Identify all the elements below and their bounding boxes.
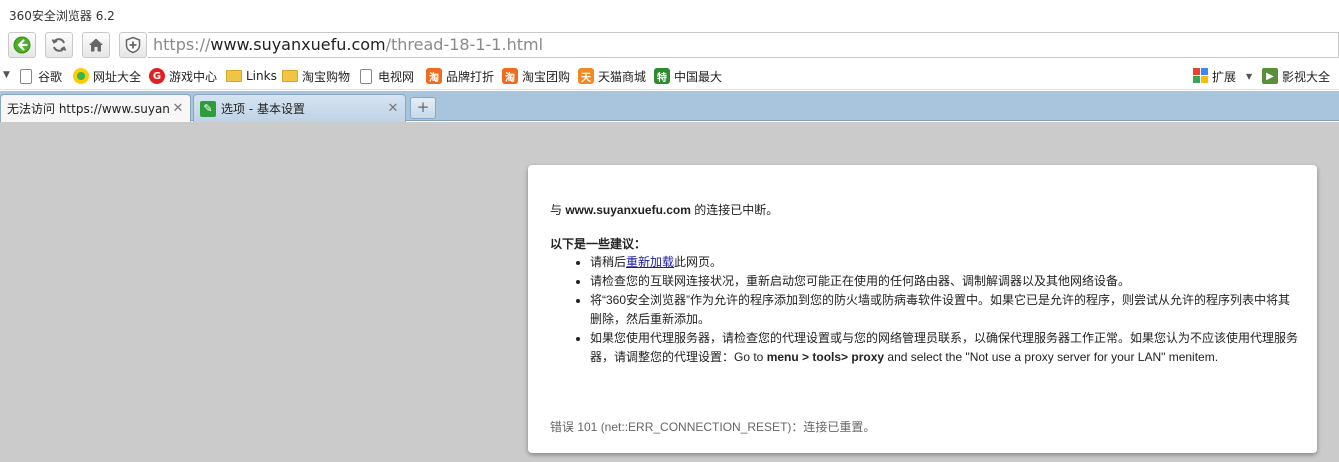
close-icon[interactable]: ✕ xyxy=(385,101,401,116)
address-bar[interactable]: https://www.suyanxuefu.com/thread-18-1-1… xyxy=(148,32,1339,58)
bookmark-label: 淘宝团购 xyxy=(522,69,571,84)
bookmark-taobao-group[interactable]: 淘 淘宝团购 xyxy=(502,67,570,85)
refresh-button[interactable] xyxy=(45,32,73,58)
bookmark-site-directory[interactable]: 网址大全 xyxy=(73,67,141,85)
error-panel: 与 www.suyanxuefu.com 的连接已中断。 以下是一些建议： 请稍… xyxy=(528,165,1317,453)
suggestion-text: 此网页。 xyxy=(674,255,723,269)
bookmark-folder-links[interactable]: Links xyxy=(226,67,277,85)
bookmarks-menu-arrow-icon[interactable]: ▼ xyxy=(3,70,10,80)
page-icon xyxy=(20,68,32,84)
folder-icon xyxy=(282,70,298,82)
suggestion-proxy: 如果您使用代理服务器，请检查您的代理设置或与您的网络管理员联系，以确保代理服务器… xyxy=(590,329,1300,367)
extensions-menu[interactable]: 扩展 ▼ xyxy=(1192,67,1252,85)
navigation-bar: https://www.suyanxuefu.com/thread-18-1-1… xyxy=(0,28,1339,62)
heading-prefix: 与 xyxy=(550,203,566,217)
bookmark-folder-taobao[interactable]: 淘宝购物 xyxy=(282,67,350,85)
suggestions-list: 请稍后重新加载此网页。 请检查您的互联网连接状况，重新启动您可能正在使用的任何路… xyxy=(590,253,1300,367)
url-host: www.suyanxuefu.com xyxy=(210,35,386,54)
suggestion-reload: 请稍后重新加载此网页。 xyxy=(590,253,1300,272)
bookmark-tv[interactable]: 电视网 xyxy=(358,67,414,85)
suggestion-network: 请检查您的互联网连接状况，重新启动您可能正在使用的任何路由器、调制解调器以及其他… xyxy=(590,272,1300,291)
tab-error-page[interactable]: 无法访问 https://www.suyanxuefu.com/thread-1… xyxy=(0,94,191,122)
bookmark-china-largest[interactable]: 特 中国最大 xyxy=(654,67,722,85)
error-code: 错误 101 (net::ERR_CONNECTION_RESET)：连接已重置… xyxy=(550,420,876,434)
bookmark-label: 淘宝购物 xyxy=(302,69,351,84)
security-button[interactable] xyxy=(119,32,147,58)
taobao-icon: 淘 xyxy=(426,68,442,84)
heading-suffix: 的连接已中断。 xyxy=(690,203,779,217)
tab-label: 无法访问 https://www.suyanxuefu.com/thread-1… xyxy=(7,102,170,116)
bookmark-label: Links xyxy=(246,69,277,83)
home-icon xyxy=(89,38,103,52)
extensions-label: 扩展 xyxy=(1212,69,1237,84)
bookmark-brand-discount[interactable]: 淘 品牌打折 xyxy=(426,67,494,85)
bookmark-label: 中国最大 xyxy=(674,69,723,84)
bookmark-label: 游戏中心 xyxy=(169,69,218,84)
taobao-icon: 淘 xyxy=(502,68,518,84)
error-host: www.suyanxuefu.com xyxy=(565,203,691,217)
url-scheme: https:// xyxy=(153,35,211,54)
back-button[interactable] xyxy=(8,32,36,58)
bookmark-label: 谷歌 xyxy=(38,69,63,84)
reload-link[interactable]: 重新加载 xyxy=(626,255,674,269)
window-title: 360安全浏览器 6.2 xyxy=(9,9,115,23)
tab-options[interactable]: ✎ 选项 - 基本设置 ✕ xyxy=(193,94,406,122)
suggestion-text: and select the "Not use a proxy server f… xyxy=(884,350,1219,364)
bookmark-label: 天猫商城 xyxy=(598,69,647,84)
chevron-down-icon: ▼ xyxy=(1246,71,1253,81)
error-heading: 与 www.suyanxuefu.com 的连接已中断。 xyxy=(550,201,778,218)
tab-label: 选项 - 基本设置 xyxy=(221,102,305,116)
proxy-menu-path: menu > tools> proxy xyxy=(766,350,885,364)
video-label: 影视大全 xyxy=(1282,69,1331,84)
wrench-icon: ✎ xyxy=(200,100,216,117)
home-button[interactable] xyxy=(82,32,110,58)
bookmark-label: 品牌打折 xyxy=(446,69,495,84)
refresh-icon xyxy=(51,38,67,52)
game-icon: G xyxy=(149,68,165,84)
url-path: /thread-18-1-1.html xyxy=(385,35,544,54)
suggestions-title: 以下是一些建议： xyxy=(550,237,647,251)
bookmark-google[interactable]: 谷歌 xyxy=(18,67,62,85)
page-icon xyxy=(360,68,372,84)
plus-icon: + xyxy=(416,98,430,116)
suggestion-firewall: 将“360安全浏览器”作为允许的程序添加到您的防火墙或防病毒软件设置中。如果它已… xyxy=(590,291,1300,329)
bookmarks-bar: ▼ 谷歌 网址大全 G 游戏中心 Links 淘宝购物 电视网 淘 品牌打折 淘… xyxy=(0,62,1339,90)
folder-icon xyxy=(226,70,242,82)
tmall-icon: 天 xyxy=(578,68,594,84)
title-bar: 360安全浏览器 6.2 xyxy=(0,0,1339,28)
bookmark-label: 网址大全 xyxy=(93,69,142,84)
video-icon: ▶ xyxy=(1262,68,1278,84)
page-content: 与 www.suyanxuefu.com 的连接已中断。 以下是一些建议： 请稍… xyxy=(0,122,1339,462)
bookmark-tmall[interactable]: 天 天猫商城 xyxy=(578,67,646,85)
bookmark-game-center[interactable]: G 游戏中心 xyxy=(149,67,217,85)
tab-strip: 无法访问 https://www.suyanxuefu.com/thread-1… xyxy=(0,91,1339,122)
globe-icon xyxy=(73,68,89,84)
shield-icon xyxy=(125,36,141,54)
bookmark-label: 电视网 xyxy=(378,69,415,84)
extensions-icon xyxy=(1192,68,1208,84)
close-icon[interactable]: ✕ xyxy=(170,101,186,116)
suggestion-text: 请稍后 xyxy=(590,255,627,269)
new-tab-button[interactable]: + xyxy=(410,97,436,119)
back-arrow-icon xyxy=(13,36,31,54)
video-collection-button[interactable]: ▶ 影视大全 xyxy=(1262,67,1330,85)
te-icon: 特 xyxy=(654,68,670,84)
